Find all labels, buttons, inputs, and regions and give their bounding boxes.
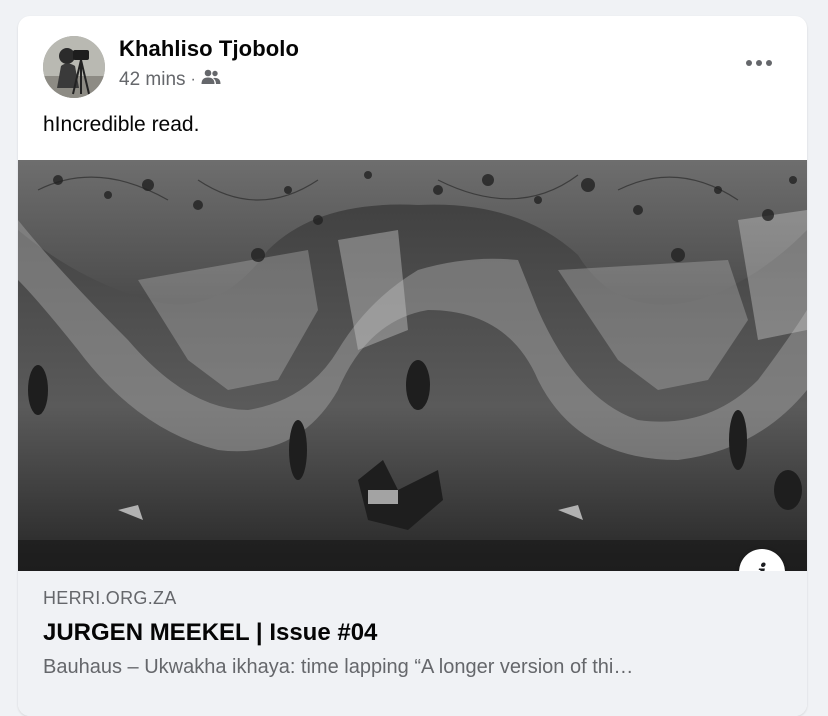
more-options-icon xyxy=(746,60,772,66)
friends-icon[interactable] xyxy=(201,69,221,91)
post-text: hIncredible read. xyxy=(43,113,200,136)
more-options-button[interactable] xyxy=(737,46,781,80)
post-meta: 42 mins · xyxy=(119,68,221,92)
link-title[interactable]: JURGEN MEEKEL | Issue #04 xyxy=(43,619,377,647)
post-card: Khahliso Tjobolo 42 mins · hIncredible r… xyxy=(18,16,807,716)
info-icon: i xyxy=(757,558,766,572)
link-preview[interactable]: HERRI.ORG.ZA JURGEN MEEKEL | Issue #04 B… xyxy=(18,571,807,716)
avatar[interactable] xyxy=(43,36,105,98)
timestamp[interactable]: 42 mins xyxy=(119,69,186,91)
separator: · xyxy=(190,71,196,88)
link-description: Bauhaus – Ukwakha ikhaya: time lapping “… xyxy=(43,656,634,678)
author-name[interactable]: Khahliso Tjobolo xyxy=(119,36,299,62)
link-domain: HERRI.ORG.ZA xyxy=(43,588,177,608)
link-image[interactable]: i xyxy=(18,160,807,571)
